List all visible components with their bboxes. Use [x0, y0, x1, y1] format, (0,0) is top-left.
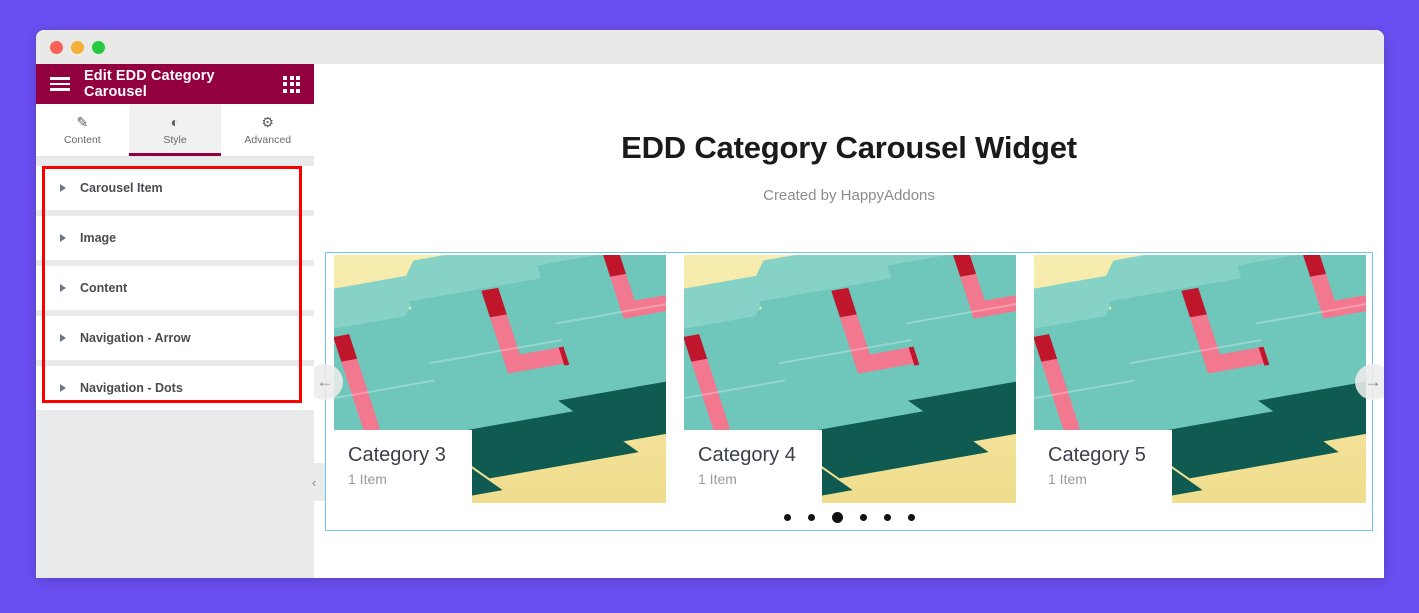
card-category: Category 4 [698, 444, 796, 466]
browser-window: Edit EDD Category Carousel ✎ Content ◐ S… [36, 30, 1384, 578]
carousel-dot[interactable] [883, 513, 891, 521]
card-count: 1 Item [348, 471, 387, 487]
panel-sections-area: Carousel Item Image Content Navigation -… [36, 157, 325, 578]
card-category: Category 3 [348, 444, 446, 466]
style-sections: Carousel Item Image Content Navigation -… [36, 166, 314, 411]
sidebar-item-carousel-item[interactable]: Carousel Item [36, 166, 314, 211]
carousel-card[interactable]: Category 3 1 Item [334, 255, 666, 503]
window-titlebar [36, 30, 1384, 64]
carousel-card[interactable]: Category 5 1 Item [1034, 255, 1366, 503]
page-subtitle: Created by HappyAddons [763, 187, 935, 204]
carousel-dot[interactable] [783, 513, 791, 521]
tab-style-label: Style [163, 133, 187, 146]
chevron-right-icon [60, 334, 66, 342]
chevron-right-icon [60, 384, 66, 392]
card-count: 1 Item [1048, 471, 1087, 487]
grid-icon[interactable] [283, 75, 300, 93]
carousel-next-arrow-icon[interactable]: → [1355, 364, 1384, 400]
sidebar-item-label: Navigation - Dots [80, 381, 183, 395]
card-category: Category 5 [1048, 444, 1146, 466]
carousel-dot[interactable] [831, 511, 843, 523]
tab-advanced[interactable]: ⚙ Advanced [221, 104, 315, 156]
carousel-track: Category 3 1 Item Category 4 1 Item Cate… [326, 253, 1372, 503]
card-label: Category 5 1 Item [1034, 430, 1172, 503]
panel-collapse-handle[interactable]: ‹ [303, 463, 325, 501]
panel-tabs: ✎ Content ◐ Style ⚙ Advanced [36, 104, 315, 157]
panel-header: Edit EDD Category Carousel [36, 64, 314, 104]
tab-content-label: Content [63, 133, 101, 146]
carousel-card[interactable]: Category 4 1 Item [684, 255, 1016, 503]
tab-style[interactable]: ◐ Style [128, 104, 222, 156]
carousel-widget[interactable]: ← → Category 3 1 Item Category 4 1 Item … [314, 252, 1384, 531]
chevron-right-icon [60, 234, 66, 242]
sidebar-item-navigation-arrow[interactable]: Navigation - Arrow [36, 316, 314, 361]
carousel-dots [326, 503, 1372, 531]
window-minimize-button[interactable] [71, 40, 84, 54]
chevron-right-icon [60, 184, 66, 192]
sidebar-item-label: Content [80, 281, 128, 295]
card-label: Category 4 1 Item [684, 430, 822, 503]
sidebar-item-image[interactable]: Image [36, 216, 314, 261]
carousel-dot[interactable] [859, 513, 867, 521]
card-count: 1 Item [698, 471, 737, 487]
page-title: EDD Category Carousel Widget [621, 130, 1077, 165]
gear-icon: ⚙ [261, 114, 274, 130]
carousel-dot[interactable] [907, 513, 915, 521]
contrast-icon: ◐ [170, 114, 180, 130]
tab-content[interactable]: ✎ Content [36, 104, 129, 156]
window-body: Edit EDD Category Carousel ✎ Content ◐ S… [36, 64, 1384, 578]
window-maximize-button[interactable] [92, 40, 105, 54]
sidebar-item-label: Image [80, 231, 117, 245]
sidebar-item-label: Carousel Item [80, 181, 163, 195]
sidebar-item-navigation-dots[interactable]: Navigation - Dots [36, 366, 314, 411]
carousel-dot[interactable] [807, 513, 815, 521]
panel-title: Edit EDD Category Carousel [84, 68, 215, 100]
sidebar-item-label: Navigation - Arrow [80, 331, 191, 345]
tab-advanced-label: Advanced [244, 133, 292, 146]
chevron-right-icon [60, 284, 66, 292]
pencil-icon: ✎ [76, 114, 89, 130]
editor-panel: Edit EDD Category Carousel ✎ Content ◐ S… [36, 64, 325, 578]
hamburger-icon[interactable] [50, 77, 70, 91]
card-label: Category 3 1 Item [334, 430, 472, 503]
window-close-button[interactable] [50, 40, 63, 54]
preview-canvas: EDD Category Carousel Widget Created by … [314, 64, 1384, 578]
sidebar-item-content[interactable]: Content [36, 266, 314, 311]
